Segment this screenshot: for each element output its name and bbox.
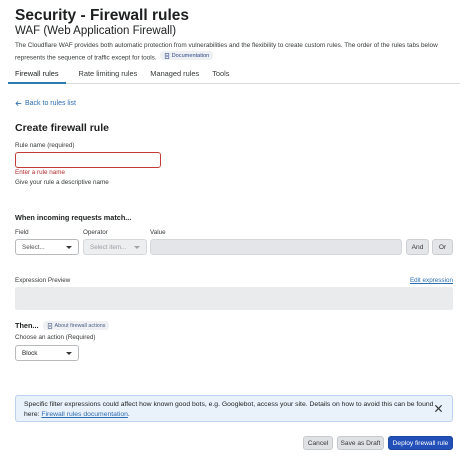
document-icon xyxy=(47,322,52,329)
rule-name-error: Enter a rule name xyxy=(15,169,66,176)
description-text: The Cloudflare WAF provides both automat… xyxy=(15,42,438,62)
field-select-value: Select... xyxy=(22,243,45,251)
tab-rate-limiting-rules[interactable]: Rate limiting rules xyxy=(79,66,138,84)
page-title: Security - Firewall rules xyxy=(15,7,190,24)
value-label: Value xyxy=(150,229,166,236)
operator-label: Operator xyxy=(83,229,108,236)
or-button[interactable]: Or xyxy=(432,239,453,255)
save-draft-button[interactable]: Save as Draft xyxy=(337,436,384,450)
then-row: Then... About firewall actions xyxy=(15,321,110,330)
rule-name-label: Rule name (required) xyxy=(15,142,75,149)
action-label: Choose an action (Required) xyxy=(15,334,96,341)
tab-managed-rules[interactable]: Managed rules xyxy=(150,66,199,84)
cancel-button[interactable]: Cancel xyxy=(303,436,333,450)
notice-suffix: . xyxy=(127,411,130,418)
operator-select: Select item... xyxy=(83,239,147,255)
rule-name-help: Give your rule a descriptive name xyxy=(15,179,109,186)
expression-preview-label: Expression Preview xyxy=(15,277,71,284)
arrow-left-icon xyxy=(15,101,22,106)
form-title: Create firewall rule xyxy=(15,122,109,134)
documentation-link[interactable]: Documentation xyxy=(159,51,214,60)
about-firewall-actions-link[interactable]: About firewall actions xyxy=(42,321,110,330)
bot-notice: Specific filter expressions could affect… xyxy=(15,395,453,422)
documentation-label: Documentation xyxy=(171,52,210,59)
field-label: Field xyxy=(15,229,29,236)
back-to-rules-link[interactable]: Back to rules list xyxy=(15,100,76,107)
chevron-down-icon xyxy=(66,351,72,355)
page-description: The Cloudflare WAF provides both automat… xyxy=(15,41,463,64)
back-link-label: Back to rules list xyxy=(25,100,76,107)
edit-expression-link[interactable]: Edit expression xyxy=(410,277,453,284)
tab-bar: Firewall rules Rate limiting rules Manag… xyxy=(8,66,460,84)
value-input xyxy=(150,239,402,255)
match-heading: When incoming requests match... xyxy=(15,213,132,222)
and-button[interactable]: And xyxy=(406,239,429,255)
chevron-down-icon xyxy=(66,245,72,249)
close-icon[interactable] xyxy=(434,404,443,413)
page-subtitle: WAF (Web Application Firewall) xyxy=(15,25,177,37)
action-select[interactable]: Block xyxy=(15,345,79,361)
expression-preview-box xyxy=(15,287,453,310)
firewall-docs-link[interactable]: Firewall rules documentation xyxy=(41,411,128,418)
then-heading: Then... xyxy=(15,321,39,330)
chevron-down-icon xyxy=(134,245,140,249)
tab-firewall-rules[interactable]: Firewall rules xyxy=(8,66,66,84)
tab-tools[interactable]: Tools xyxy=(212,66,229,84)
action-select-value: Block xyxy=(22,349,38,357)
rule-name-input[interactable] xyxy=(15,152,161,168)
operator-select-value: Select item... xyxy=(90,243,127,251)
field-select[interactable]: Select... xyxy=(15,239,79,255)
about-link-label: About firewall actions xyxy=(54,322,106,329)
deploy-button[interactable]: Deploy firewall rule xyxy=(388,436,453,450)
document-icon xyxy=(164,52,169,59)
